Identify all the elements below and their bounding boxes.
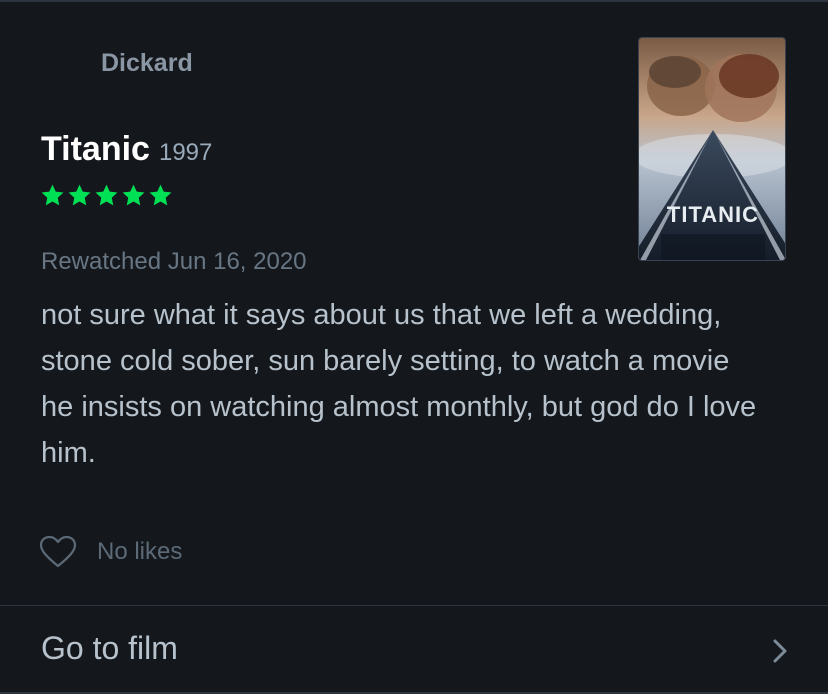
- go-to-film-label: Go to film: [41, 630, 178, 666]
- likes-count-label: No likes: [97, 538, 183, 565]
- star-icon: [40, 183, 65, 208]
- go-to-film-button[interactable]: Go to film: [0, 606, 828, 692]
- chevron-right-icon: [770, 636, 790, 666]
- film-poster[interactable]: TITANIC: [638, 37, 786, 261]
- heart-outline-icon[interactable]: [39, 535, 77, 569]
- poster-image: TITANIC: [639, 38, 785, 260]
- film-title-row: Titanic 1997: [41, 129, 212, 173]
- watched-date: Rewatched Jun 16, 2020: [41, 248, 307, 275]
- avatar[interactable]: [42, 46, 82, 86]
- star-icon: [148, 183, 173, 208]
- star-icon: [121, 183, 146, 208]
- review-page: Dickard Titanic 1997 Rewatched Jun 16, 2…: [0, 0, 828, 694]
- film-title[interactable]: Titanic: [41, 129, 150, 169]
- star-icon: [94, 183, 119, 208]
- reviewer-name[interactable]: Dickard: [101, 48, 193, 78]
- likes-row[interactable]: No likes: [39, 535, 182, 569]
- star-icon: [67, 183, 92, 208]
- review-text: not sure what it says about us that we l…: [41, 299, 757, 469]
- film-year[interactable]: 1997: [159, 133, 212, 173]
- poster-title-text: TITANIC: [667, 202, 759, 227]
- star-rating: [40, 183, 173, 208]
